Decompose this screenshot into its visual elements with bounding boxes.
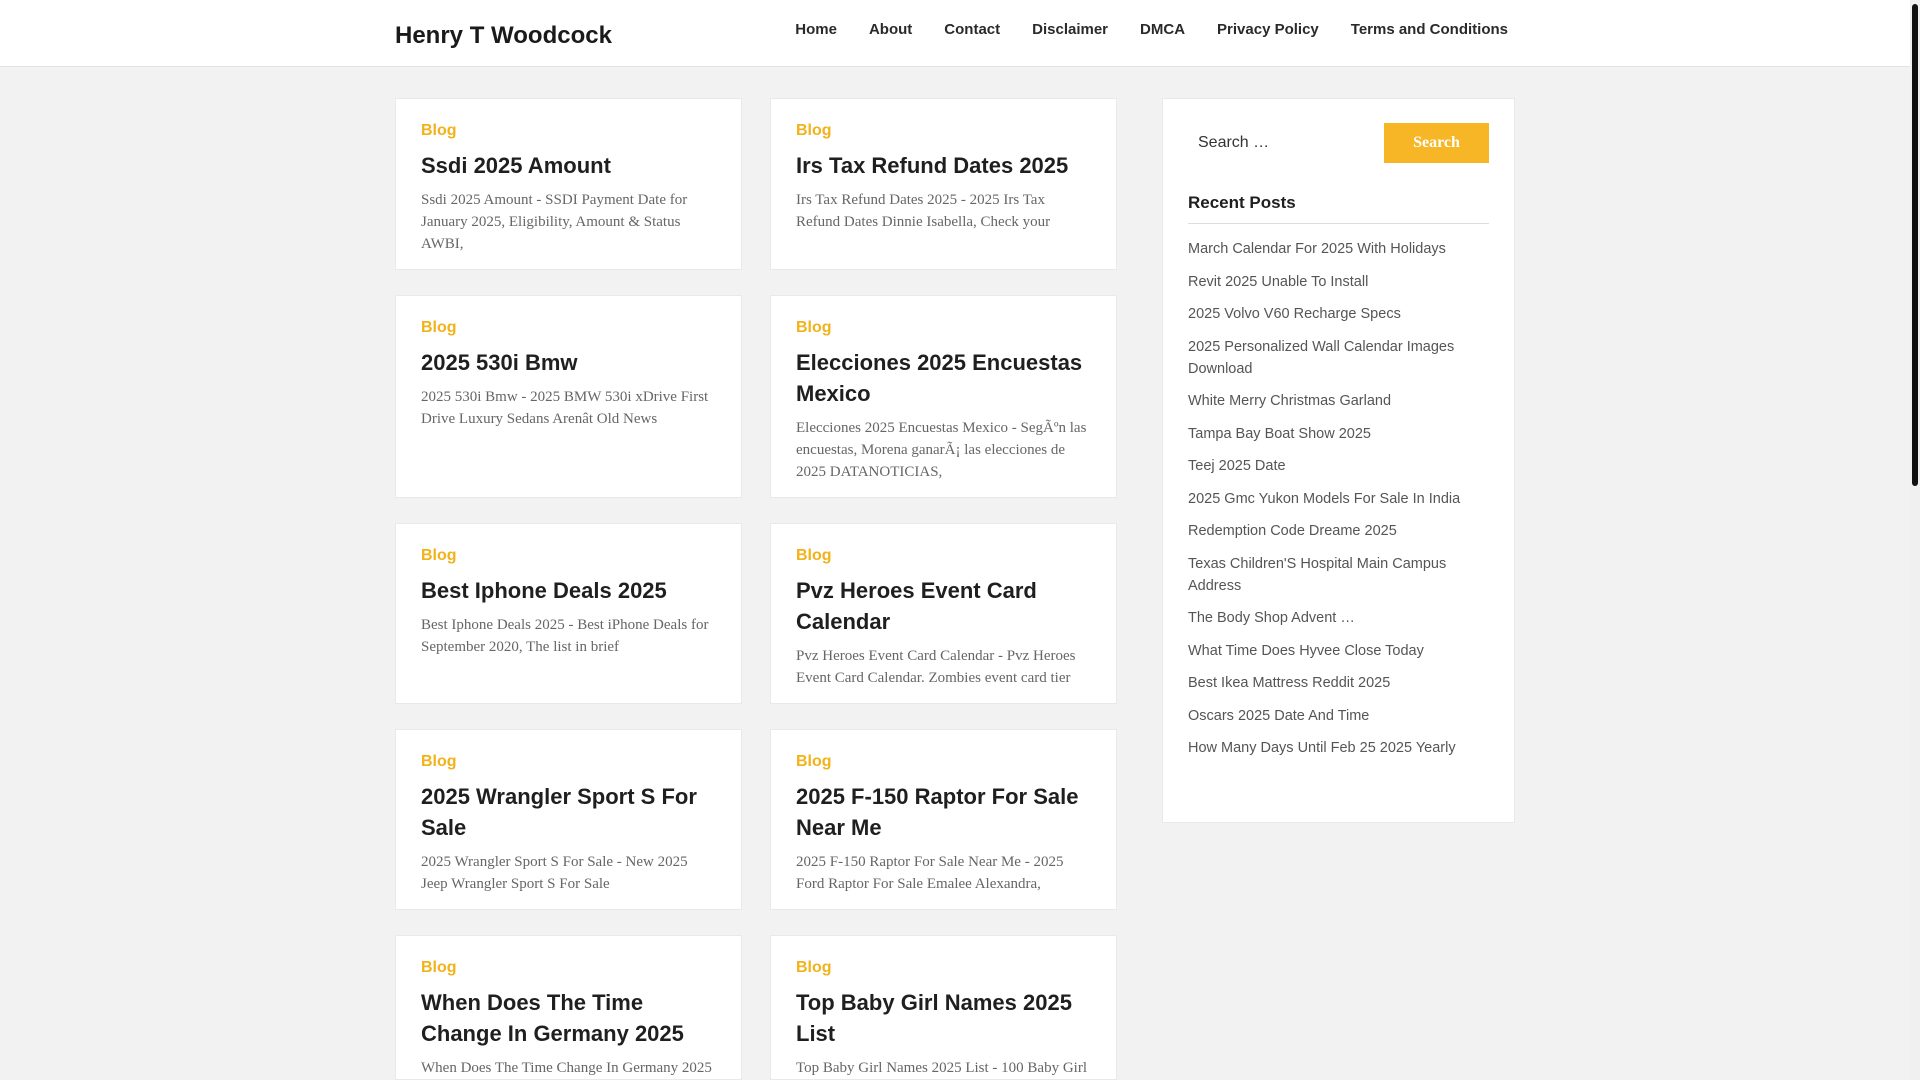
search-form: Search [1188,123,1489,163]
recent-post-item: How Many Days Until Feb 25 2025 Yearly [1188,737,1489,759]
post-excerpt: Top Baby Girl Names 2025 List - 100 Baby… [796,1060,1087,1076]
recent-post-link[interactable]: White Merry Christmas Garland [1188,393,1391,409]
recent-posts-title: Recent Posts [1188,193,1489,224]
recent-post-item: Redemption Code Dreame 2025 [1188,520,1489,542]
post-card: Blog 2025 F-150 Raptor For Sale Near Me … [770,729,1117,910]
recent-post-link[interactable]: Best Ikea Mattress Reddit 2025 [1188,675,1390,691]
post-excerpt: Best Iphone Deals 2025 - Best iPhone Dea… [421,617,709,655]
recent-post-item: 2025 Gmc Yukon Models For Sale In India [1188,488,1489,510]
nav-dmca[interactable]: DMCA [1140,20,1185,40]
recent-post-link[interactable]: What Time Does Hyvee Close Today [1188,643,1424,659]
post-card: Blog 2025 Wrangler Sport S For Sale 2025… [395,729,742,910]
nav-contact[interactable]: Contact [944,20,1000,40]
post-excerpt: When Does The Time Change In Germany 202… [421,1060,712,1076]
post-title[interactable]: Top Baby Girl Names 2025 List [796,987,1091,1049]
site-header: Henry T Woodcock Home About Contact Disc… [0,0,1910,67]
post-category[interactable]: Blog [421,546,716,566]
scrollbar-thumb[interactable] [1912,4,1918,486]
post-title[interactable]: Ssdi 2025 Amount [421,150,716,181]
post-category[interactable]: Blog [796,318,1091,338]
recent-post-item: Teej 2025 Date [1188,455,1489,477]
search-button[interactable]: Search [1384,123,1489,163]
post-title[interactable]: 2025 Wrangler Sport S For Sale [421,781,716,843]
post-excerpt: Irs Tax Refund Dates 2025 - 2025 Irs Tax… [796,192,1051,230]
sidebar: Search Recent Posts March Calendar For 2… [1162,98,1515,823]
post-category[interactable]: Blog [421,752,716,772]
post-category[interactable]: Blog [796,121,1091,141]
post-title[interactable]: Irs Tax Refund Dates 2025 [796,150,1091,181]
recent-post-item: The Body Shop Advent … [1188,607,1489,629]
post-category[interactable]: Blog [796,958,1091,978]
post-card: Blog Best Iphone Deals 2025 Best Iphone … [395,523,742,704]
recent-post-link[interactable]: Texas Children'S Hospital Main Campus Ad… [1188,556,1446,594]
post-card: Blog 2025 530i Bmw 2025 530i Bmw - 2025 … [395,295,742,498]
site-title[interactable]: Henry T Woodcock [395,22,612,50]
recent-post-item: White Merry Christmas Garland [1188,390,1489,412]
recent-post-link[interactable]: Oscars 2025 Date And Time [1188,708,1369,724]
recent-post-item: What Time Does Hyvee Close Today [1188,640,1489,662]
post-excerpt: Pvz Heroes Event Card Calendar - Pvz Her… [796,648,1076,686]
recent-post-link[interactable]: The Body Shop Advent … [1188,610,1355,626]
post-excerpt: Elecciones 2025 Encuestas Mexico - SegÃº… [796,420,1087,480]
recent-post-link[interactable]: 2025 Gmc Yukon Models For Sale In India [1188,491,1460,507]
nav-home[interactable]: Home [795,20,837,40]
main-nav: Home About Contact Disclaimer DMCA Priva… [795,20,1508,40]
post-category[interactable]: Blog [421,318,716,338]
recent-posts-list: March Calendar For 2025 With Holidays Re… [1188,238,1489,759]
post-category[interactable]: Blog [796,546,1091,566]
recent-post-link[interactable]: Teej 2025 Date [1188,458,1286,474]
nav-terms-and-conditions[interactable]: Terms and Conditions [1351,20,1508,40]
recent-post-link[interactable]: How Many Days Until Feb 25 2025 Yearly [1188,740,1456,756]
page-scrollbar[interactable] [1910,0,1920,1080]
nav-disclaimer[interactable]: Disclaimer [1032,20,1108,40]
post-excerpt: 2025 Wrangler Sport S For Sale - New 202… [421,854,688,892]
post-title[interactable]: 2025 530i Bmw [421,347,716,378]
post-card: Blog Top Baby Girl Names 2025 List Top B… [770,935,1117,1080]
recent-post-item: 2025 Personalized Wall Calendar Images D… [1188,336,1489,380]
post-excerpt: 2025 530i Bmw - 2025 BMW 530i xDrive Fir… [421,389,709,427]
recent-post-item: Texas Children'S Hospital Main Campus Ad… [1188,553,1489,597]
nav-privacy-policy[interactable]: Privacy Policy [1217,20,1319,40]
recent-post-item: Revit 2025 Unable To Install [1188,271,1489,293]
recent-post-item: Tampa Bay Boat Show 2025 [1188,423,1489,445]
recent-post-link[interactable]: Redemption Code Dreame 2025 [1188,523,1397,539]
post-excerpt: 2025 F-150 Raptor For Sale Near Me - 202… [796,854,1064,892]
recent-post-item: March Calendar For 2025 With Holidays [1188,238,1489,260]
recent-post-link[interactable]: Revit 2025 Unable To Install [1188,274,1368,290]
recent-post-link[interactable]: Tampa Bay Boat Show 2025 [1188,426,1371,442]
recent-post-item: 2025 Volvo V60 Recharge Specs [1188,303,1489,325]
post-card: Blog Ssdi 2025 Amount Ssdi 2025 Amount -… [395,98,742,270]
post-title[interactable]: Pvz Heroes Event Card Calendar [796,575,1091,637]
recent-post-item: Oscars 2025 Date And Time [1188,705,1489,727]
post-category[interactable]: Blog [421,958,716,978]
post-title[interactable]: When Does The Time Change In Germany 202… [421,987,716,1049]
post-title[interactable]: 2025 F-150 Raptor For Sale Near Me [796,781,1091,843]
post-excerpt: Ssdi 2025 Amount - SSDI Payment Date for… [421,192,688,252]
post-card: Blog Irs Tax Refund Dates 2025 Irs Tax R… [770,98,1117,270]
post-title[interactable]: Elecciones 2025 Encuestas Mexico [796,347,1091,409]
post-title[interactable]: Best Iphone Deals 2025 [421,575,716,606]
post-card: Blog Elecciones 2025 Encuestas Mexico El… [770,295,1117,498]
recent-post-link[interactable]: March Calendar For 2025 With Holidays [1188,241,1446,257]
post-card: Blog Pvz Heroes Event Card Calendar Pvz … [770,523,1117,704]
nav-about[interactable]: About [869,20,912,40]
recent-post-link[interactable]: 2025 Volvo V60 Recharge Specs [1188,306,1401,322]
search-input[interactable] [1188,123,1384,163]
post-category[interactable]: Blog [421,121,716,141]
post-category[interactable]: Blog [796,752,1091,772]
post-card: Blog When Does The Time Change In German… [395,935,742,1080]
recent-post-link[interactable]: 2025 Personalized Wall Calendar Images D… [1188,339,1454,377]
recent-post-item: Best Ikea Mattress Reddit 2025 [1188,672,1489,694]
